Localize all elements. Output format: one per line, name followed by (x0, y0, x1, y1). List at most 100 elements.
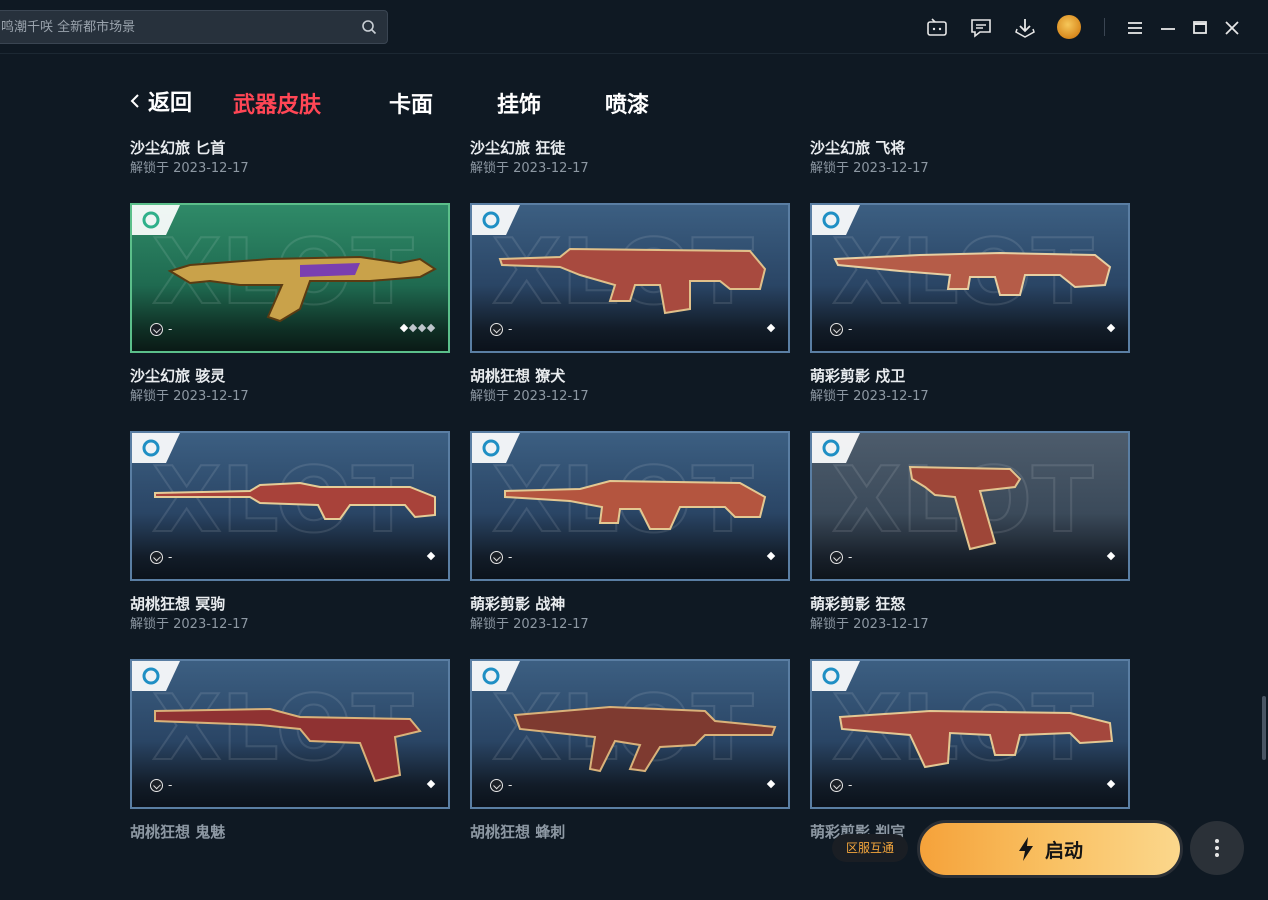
back-label: 返回 (148, 91, 193, 116)
weapon-image (154, 707, 422, 783)
skin-card[interactable]: XLOT- (810, 659, 1130, 809)
skin-card[interactable]: XLOT- (470, 659, 790, 809)
weapon-image (504, 479, 767, 530)
tab-charms[interactable]: 挂饰 (497, 87, 541, 119)
list-item: 沙尘幻旅 骇灵解锁于 2023-12-17 (130, 366, 450, 406)
rank-value: - (848, 550, 853, 564)
skin-card[interactable]: XLOT- (130, 659, 450, 809)
launch-button[interactable]: 启动 (917, 820, 1183, 878)
back-button[interactable]: 返回 (128, 86, 192, 116)
unlock-date: 解锁于 2023-12-17 (470, 617, 589, 632)
weapon-image (498, 247, 767, 315)
avatar[interactable] (1057, 15, 1081, 39)
tab-weapon-skins[interactable]: 武器皮肤 (233, 87, 321, 119)
rank-indicator: - (490, 550, 512, 564)
level-dots (1106, 323, 1116, 333)
skin-card[interactable]: XLOT- (130, 203, 450, 353)
skin-card[interactable]: XLOT- (810, 431, 1130, 581)
title-bar (0, 0, 1268, 54)
list-item: 萌彩剪影 狂怒解锁于 2023-12-17 (810, 594, 1130, 634)
rank-indicator: - (490, 322, 512, 336)
skin-card[interactable]: XLOT- (470, 431, 790, 581)
level-dots (1106, 779, 1116, 789)
unlock-date: 解锁于 2023-12-17 (810, 617, 929, 632)
level-dot (766, 551, 776, 561)
tab-sprays[interactable]: 喷漆 (605, 87, 649, 119)
tab-cards[interactable]: 卡面 (389, 87, 433, 119)
unlock-date: 解锁于 2023-12-17 (470, 161, 589, 176)
level-dot (426, 323, 436, 333)
menu-icon[interactable] (1124, 17, 1146, 39)
more-button[interactable] (1190, 821, 1244, 875)
cross-server-badge: 区服互通 (832, 834, 908, 862)
level-dots (766, 551, 776, 561)
maximize-icon[interactable] (1189, 17, 1211, 39)
search-input[interactable] (1, 11, 351, 43)
list-item: 胡桃狂想 獠犬 解锁于 2023-12-17 (470, 366, 790, 406)
skin-name: 沙尘幻旅 狂徒 (470, 139, 566, 157)
minimize-icon[interactable] (1157, 17, 1179, 39)
weapon-image (513, 705, 777, 773)
level-dot (1106, 779, 1116, 789)
rank-indicator: - (150, 550, 172, 564)
rank-value: - (168, 322, 173, 336)
skin-card[interactable]: XLOT- (130, 431, 450, 581)
dot (1215, 853, 1219, 857)
scrollbar[interactable] (1262, 696, 1266, 760)
level-dot (417, 323, 427, 333)
level-dot (408, 323, 418, 333)
rank-icon (150, 550, 163, 564)
skin-card[interactable]: XLOT- (470, 203, 790, 353)
level-dots (766, 323, 776, 333)
skin-name: 胡桃狂想 獠犬 (470, 367, 566, 385)
level-dots (426, 551, 436, 561)
rank-indicator: - (150, 778, 172, 792)
unlock-date: 解锁于 2023-12-17 (130, 389, 249, 404)
rank-icon (490, 550, 503, 564)
rank-indicator: - (830, 550, 852, 564)
unlock-date: 解锁于 2023-12-17 (130, 617, 249, 632)
gamepad-icon[interactable] (926, 17, 948, 39)
level-dot (399, 323, 409, 333)
skin-name: 胡桃狂想 蜂刺 (470, 823, 566, 841)
weapon-image (908, 465, 1022, 551)
rank-indicator: - (490, 778, 512, 792)
rank-icon (490, 322, 503, 336)
list-item: 胡桃狂想 鬼魅 (130, 822, 450, 842)
list-item: 萌彩剪影 战神解锁于 2023-12-17 (470, 594, 790, 634)
rank-value: - (508, 778, 513, 792)
rank-indicator: - (830, 778, 852, 792)
rank-value: - (168, 778, 173, 792)
rank-indicator: - (830, 322, 852, 336)
rank-indicator: - (150, 322, 172, 336)
lightning-icon (1018, 837, 1033, 861)
weapon-image (833, 251, 1112, 296)
weapon-image (838, 709, 1114, 769)
level-dot (426, 779, 436, 789)
skin-name: 萌彩剪影 战神 (470, 595, 566, 613)
level-dot (1106, 323, 1116, 333)
close-icon[interactable] (1221, 17, 1243, 39)
rank-icon (830, 778, 843, 792)
level-dot (1106, 551, 1116, 561)
search-box[interactable] (0, 10, 388, 44)
rank-icon (830, 550, 843, 564)
message-icon[interactable] (970, 17, 992, 39)
rank-value: - (848, 322, 853, 336)
unlock-date: 解锁于 2023-12-17 (810, 161, 929, 176)
weapon-image (167, 255, 437, 323)
rank-value: - (508, 322, 513, 336)
dot (1215, 839, 1219, 843)
weapon-image (154, 481, 436, 520)
skin-name: 萌彩剪影 狂怒 (810, 595, 906, 613)
rank-icon (490, 778, 503, 792)
skin-name: 沙尘幻旅 骇灵 (130, 367, 226, 385)
skin-card[interactable]: XLOT- (810, 203, 1130, 353)
unlock-date: 解锁于 2023-12-17 (130, 161, 249, 176)
download-icon[interactable] (1014, 17, 1036, 39)
list-item: 萌彩剪影 戍卫 解锁于 2023-12-17 (810, 366, 1130, 406)
list-item: 沙尘幻旅 飞将 解锁于 2023-12-17 (810, 138, 1130, 178)
search-icon[interactable] (361, 19, 377, 35)
divider (1104, 18, 1105, 36)
rank-icon (150, 778, 163, 792)
